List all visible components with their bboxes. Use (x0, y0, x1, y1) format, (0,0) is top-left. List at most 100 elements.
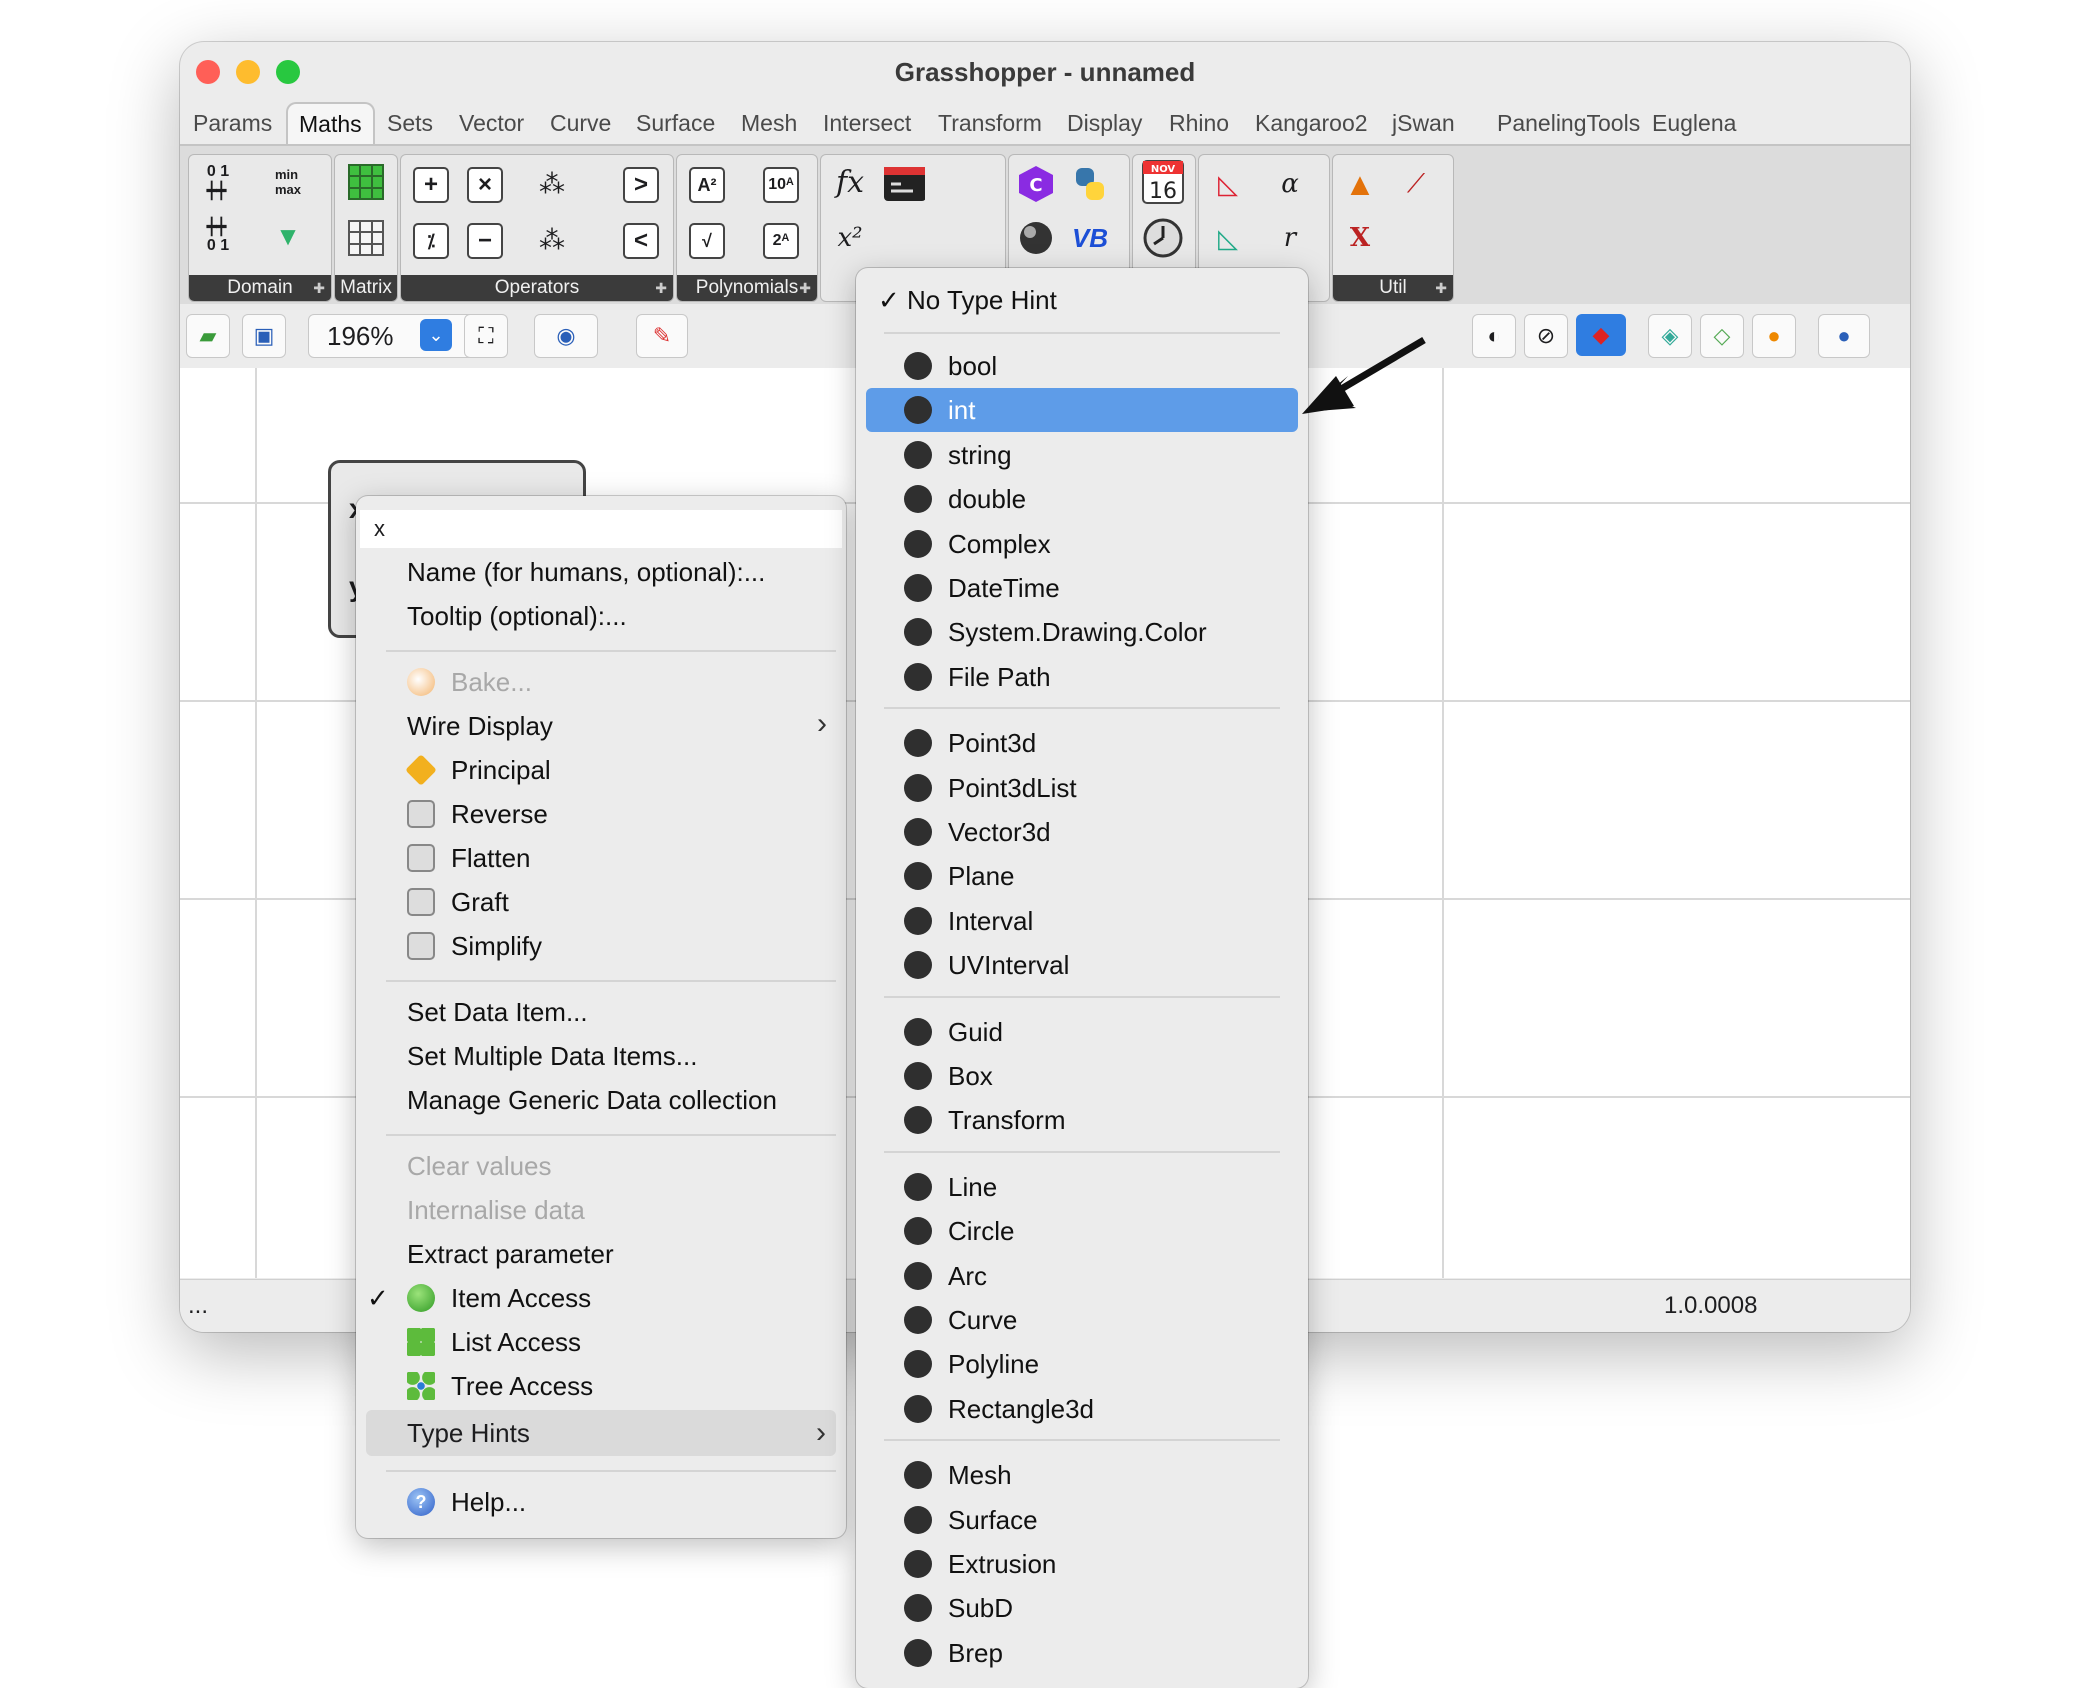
principal-menu-item[interactable]: Principal (405, 748, 551, 792)
type-hint-point3d[interactable]: Point3d (904, 721, 1036, 765)
tab-curve[interactable]: Curve (550, 100, 611, 146)
type-hint-transform[interactable]: Transform (904, 1098, 1066, 1142)
tooltip-menu-item[interactable]: Tooltip (optional):... (407, 594, 627, 638)
preview-shaded-icon[interactable]: ◆ (1576, 314, 1626, 356)
minimize-window-button[interactable] (236, 60, 260, 84)
type-hint-double[interactable]: double (904, 477, 1026, 521)
power-of-2-icon[interactable]: 2ᴬ (763, 223, 799, 259)
multiplication-icon[interactable]: × (467, 167, 503, 203)
tab-mesh[interactable]: Mesh (741, 100, 797, 146)
smaller-than-icon[interactable]: < (623, 223, 659, 259)
type-hint-point3dlist[interactable]: Point3dList (904, 766, 1077, 810)
preview-none-icon[interactable]: ⊘ (1524, 314, 1568, 358)
simplify-menu-item[interactable]: Simplify (407, 924, 542, 968)
extract-parameter-menu-item[interactable]: Extract parameter (407, 1232, 614, 1276)
type-hint-box[interactable]: Box (904, 1054, 993, 1098)
type-hint-mesh[interactable]: Mesh (904, 1453, 1012, 1497)
pin-icon[interactable]: ✚ (1435, 275, 1447, 301)
larger-than-icon[interactable]: > (623, 167, 659, 203)
preview-selected-icon[interactable]: ◈ (1648, 314, 1692, 358)
type-hint-polyline[interactable]: Polyline (904, 1342, 1039, 1386)
tab-transform[interactable]: Transform (938, 100, 1042, 146)
power-of-10-icon[interactable]: 10ᴬ (763, 167, 799, 203)
tab-kangaroo2[interactable]: Kangaroo2 (1255, 100, 1368, 146)
preview-mesh-icon[interactable]: ◇ (1700, 314, 1744, 358)
close-window-button[interactable] (196, 60, 220, 84)
preview-material-icon[interactable]: ● (1752, 314, 1796, 358)
pin-icon[interactable]: ✚ (799, 275, 811, 301)
tab-intersect[interactable]: Intersect (823, 100, 911, 146)
zoom-window-button[interactable] (276, 60, 300, 84)
zoom-extents-icon[interactable]: ⛶ (464, 314, 508, 358)
sketch-icon[interactable]: ✎ (636, 314, 688, 358)
type-hint-subd[interactable]: SubD (904, 1586, 1013, 1630)
type-hint-guid[interactable]: Guid (904, 1010, 1003, 1054)
type-hint-uvinterval[interactable]: UVInterval (904, 943, 1069, 987)
tab-maths[interactable]: Maths (286, 102, 375, 144)
manage-generic-data-menu-item[interactable]: Manage Generic Data collection (407, 1078, 777, 1122)
grey-matrix-icon[interactable] (345, 217, 387, 259)
green-triangle-icon[interactable]: ◺ (1207, 217, 1249, 259)
type-hint-line[interactable]: Line (904, 1165, 997, 1209)
list-access-menu-item[interactable]: List Access (407, 1320, 581, 1364)
type-hint-complex[interactable]: Complex (904, 522, 1051, 566)
tab-euglena[interactable]: Euglena (1652, 100, 1736, 146)
type-hint-interval[interactable]: Interval (904, 899, 1033, 943)
deconstruct-domain-icon[interactable]: ┿┿ 0 1 (197, 215, 239, 257)
set-multiple-data-items-menu-item[interactable]: Set Multiple Data Items... (407, 1034, 697, 1078)
type-hint-bool[interactable]: bool (904, 344, 997, 388)
set-data-item-menu-item[interactable]: Set Data Item... (407, 990, 588, 1034)
square-root-icon[interactable]: √ (689, 223, 725, 259)
name-menu-item[interactable]: Name (for humans, optional):... (407, 550, 765, 594)
type-hint-circle[interactable]: Circle (904, 1209, 1014, 1253)
type-hint-int[interactable]: int (904, 388, 975, 432)
terminal-icon[interactable] (883, 163, 925, 205)
type-hint-string[interactable]: string (904, 433, 1012, 477)
tab-rhino[interactable]: Rhino (1169, 100, 1229, 146)
preview-eye-icon[interactable]: ◉ (534, 314, 598, 358)
pin-icon[interactable]: ✚ (313, 275, 325, 301)
python-icon[interactable] (1069, 163, 1111, 205)
tab-panelingtools[interactable]: PanelingTools (1497, 100, 1640, 146)
help-menu-item[interactable]: ? Help... (407, 1480, 526, 1524)
pin-icon[interactable]: ✚ (655, 275, 667, 301)
type-hint-file-path[interactable]: File Path (904, 655, 1051, 699)
truncate-icon[interactable]: X (1339, 217, 1381, 259)
ironpython-icon[interactable] (1015, 217, 1057, 259)
clock-icon[interactable] (1142, 217, 1184, 259)
green-matrix-icon[interactable] (345, 161, 387, 203)
division-icon[interactable]: ⁒ (413, 223, 449, 259)
expression-icon[interactable]: fx (829, 161, 871, 203)
item-access-menu-item[interactable]: ✓ Item Access (367, 1276, 591, 1320)
tree-access-menu-item[interactable]: Tree Access (407, 1364, 593, 1408)
construct-domain-icon[interactable]: 0 1 ┿┿ (197, 161, 239, 203)
preview-wireframe-icon[interactable]: ◐ (1472, 314, 1516, 358)
remap-domain-icon[interactable]: ▼ (267, 215, 309, 257)
zoom-dropdown-icon[interactable]: ⌄ (420, 319, 452, 351)
open-file-icon[interactable]: ▰ (186, 314, 230, 358)
tab-sets[interactable]: Sets (387, 100, 433, 146)
gate-logic-icon[interactable]: ⁂ (531, 219, 573, 261)
addition-icon[interactable]: + (413, 167, 449, 203)
bounds-domain-icon[interactable]: min max (267, 161, 309, 203)
evaluate-icon[interactable]: x² (829, 217, 871, 259)
calendar-icon[interactable]: NOV 16 (1142, 160, 1184, 204)
triangle-icon[interactable]: ◺ (1207, 163, 1249, 205)
reverse-menu-item[interactable]: Reverse (407, 792, 548, 836)
gate-icon[interactable]: ⁂ (531, 163, 573, 205)
vb-icon[interactable]: VB (1069, 217, 1111, 259)
type-hint-curve[interactable]: Curve (904, 1298, 1017, 1342)
type-hint-system-drawing-color[interactable]: System.Drawing.Color (904, 610, 1207, 654)
type-hints-menu-item[interactable]: Type Hints › (366, 1410, 836, 1456)
type-hint-arc[interactable]: Arc (904, 1254, 987, 1298)
zoom-level-field[interactable]: 196% (308, 314, 478, 358)
alpha-icon[interactable]: α (1269, 163, 1311, 205)
type-hint-datetime[interactable]: DateTime (904, 566, 1060, 610)
wire-display-menu-item[interactable]: Wire Display › (407, 704, 827, 748)
no-type-hint-menu-item[interactable]: ✓ No Type Hint (878, 278, 1057, 322)
type-hint-rectangle3d[interactable]: Rectangle3d (904, 1387, 1094, 1431)
square-icon[interactable]: A² (689, 167, 725, 203)
preview-sphere-icon[interactable]: ● (1818, 314, 1870, 358)
tab-jswan[interactable]: jSwan (1392, 100, 1455, 146)
tab-display[interactable]: Display (1067, 100, 1142, 146)
